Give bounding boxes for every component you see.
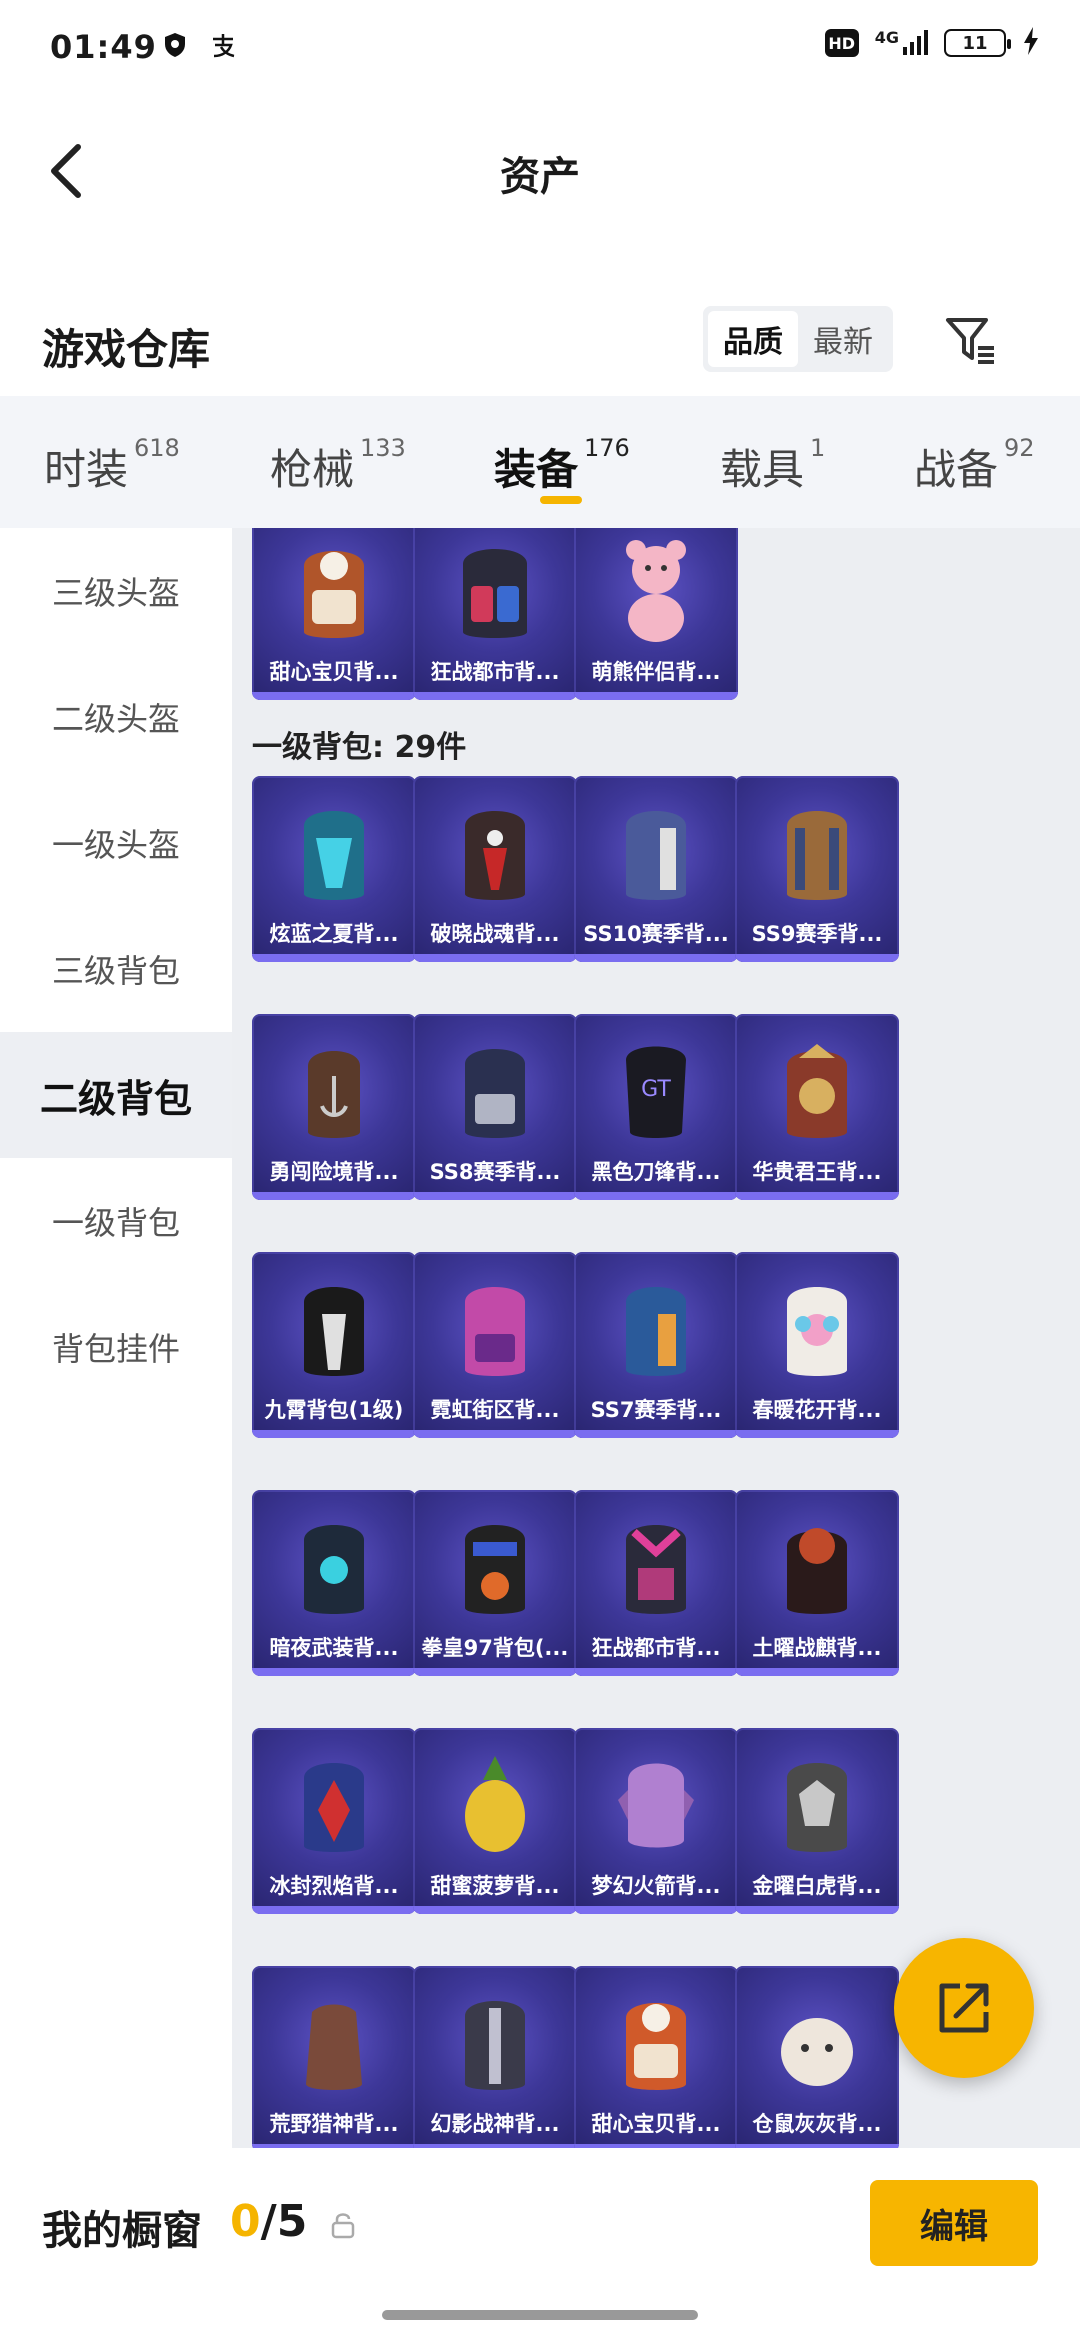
item-card[interactable]: SS9赛季背... (735, 776, 899, 962)
backpack-icon (306, 2004, 362, 2090)
page-title: 资产 (500, 154, 580, 200)
item-card[interactable]: GT 黑色刀锋背... (574, 1014, 738, 1200)
tab-supplies[interactable]: 战备 92 (914, 434, 1035, 497)
item-card[interactable]: 破晓战魂背... (413, 776, 577, 962)
sidebar-item-level2-backpack[interactable]: 二级背包 (0, 1032, 232, 1158)
item-card[interactable]: 冰封烈焰背... (252, 1728, 416, 1914)
sidebar-item-backpack-charm[interactable]: 背包挂件 (0, 1284, 232, 1410)
item-card[interactable]: SS10赛季背... (574, 776, 738, 962)
item-card[interactable]: 春暖花开背... (735, 1252, 899, 1438)
svg-text:GT: GT (641, 1077, 671, 1102)
tab-fashion[interactable]: 时装 618 (44, 434, 180, 497)
lock-icon (331, 2213, 355, 2239)
backpack-icon (626, 811, 686, 900)
sort-toggle: 品质 最新 (703, 306, 893, 372)
item-card[interactable]: SS8赛季背... (413, 1014, 577, 1200)
charging-icon (1022, 26, 1040, 60)
share-icon (939, 1983, 989, 2033)
sidebar-item-level2-helmet[interactable]: 二级头盔 (0, 654, 232, 780)
backpack-icon: GT (626, 1046, 686, 1138)
item-card[interactable]: 土曜战麒背... (735, 1490, 899, 1676)
backpack-icon (787, 811, 847, 900)
tab-vehicles[interactable]: 载具 1 (720, 434, 825, 497)
backpack-icon (465, 1049, 525, 1138)
item-card[interactable]: 霓虹街区背... (413, 1252, 577, 1438)
tab-weapons[interactable]: 枪械 133 (270, 434, 406, 497)
filter-icon (946, 318, 994, 364)
showcase-count: 0/5 (230, 2196, 308, 2247)
item-card[interactable]: 华贵君王背... (735, 1014, 899, 1200)
backpack-icon (304, 551, 364, 638)
item-card[interactable]: 炫蓝之夏背... (252, 776, 416, 962)
backpack-icon (787, 1287, 847, 1376)
sidebar-item-level1-backpack[interactable]: 一级背包 (0, 1158, 232, 1284)
warehouse-title: 游戏仓库 (42, 325, 211, 374)
backpack-icon (626, 1525, 686, 1614)
item-card[interactable]: 九霄背包(1级) (252, 1252, 416, 1438)
backpack-icon (465, 1756, 525, 1852)
section-label: 一级背包: 29件 (252, 730, 467, 765)
backpack-icon (465, 1525, 525, 1614)
item-card[interactable]: 勇闯险境背... (252, 1014, 416, 1200)
sort-newest-option[interactable]: 最新 (798, 311, 888, 367)
backpack-icon (463, 549, 527, 638)
backpack-icon (465, 2001, 525, 2090)
app-header: 资产 (0, 96, 1080, 246)
share-button[interactable] (894, 1938, 1034, 2078)
sort-quality-option[interactable]: 品质 (708, 311, 798, 367)
active-tab-indicator (540, 496, 582, 504)
item-card[interactable]: 荒野猎神背... (252, 1966, 416, 2148)
status-time: 01:49 (50, 28, 157, 66)
item-card[interactable]: SS7赛季背... (574, 1252, 738, 1438)
tab-equipment[interactable]: 装备 176 (494, 434, 630, 497)
backpack-icon (618, 1763, 694, 1848)
item-grid: 甜心宝贝背... 狂战都市背... 萌熊伴侣背... 一级背包: 29件 炫蓝之… (232, 528, 1080, 2148)
backpack-icon (626, 540, 686, 642)
backpack-icon (626, 2003, 686, 2090)
sidebar-item-level3-backpack[interactable]: 三级背包 (0, 906, 232, 1032)
item-card[interactable]: 梦幻火箭背... (574, 1728, 738, 1914)
item-card[interactable]: 狂战都市背... (574, 1490, 738, 1676)
backpack-icon (787, 1763, 847, 1852)
showcase-label: 我的橱窗 (42, 2208, 202, 2254)
backpack-icon (787, 1528, 847, 1614)
sidebar-item-level3-helmet[interactable]: 三级头盔 (0, 528, 232, 654)
item-card[interactable]: 甜心宝贝背... (574, 1966, 738, 2148)
status-bar: 01:49 HD 4G 11 (0, 0, 1080, 96)
item-card[interactable]: 甜心宝贝背... (252, 528, 416, 700)
backpack-icon (304, 1287, 364, 1376)
signal-icon: 4G (875, 28, 928, 57)
item-card[interactable]: 狂战都市背... (413, 528, 577, 700)
backpack-icon (308, 1051, 360, 1138)
item-card[interactable]: 金曜白虎背... (735, 1728, 899, 1914)
backpack-icon (465, 811, 525, 900)
item-card[interactable]: 幻影战神背... (413, 1966, 577, 2148)
category-tabs: 时装 618 枪械 133 装备 176 载具 1 战备 92 (0, 396, 1080, 528)
item-card[interactable]: 甜蜜菠萝背... (413, 1728, 577, 1914)
edit-button[interactable]: 编辑 (870, 2180, 1038, 2266)
backpack-icon (626, 1287, 686, 1376)
alipay-icon (208, 30, 238, 60)
sidebar-item-level1-helmet[interactable]: 一级头盔 (0, 780, 232, 906)
item-card[interactable]: 拳皇97背包(... (413, 1490, 577, 1676)
item-card[interactable]: 暗夜武装背... (252, 1490, 416, 1676)
backpack-icon (787, 1044, 847, 1138)
filter-button[interactable] (938, 308, 1004, 374)
battery-icon: 11 (944, 29, 1011, 57)
hd-icon: HD (824, 29, 859, 57)
home-indicator[interactable] (382, 2310, 698, 2320)
subcategory-sidebar: 三级头盔 二级头盔 一级头盔 三级背包 二级背包 一级背包 背包挂件 (0, 528, 232, 2148)
backpack-icon (781, 2018, 853, 2086)
backpack-icon (304, 1763, 364, 1852)
shield-icon (160, 30, 190, 60)
backpack-icon (304, 811, 364, 900)
backpack-icon (465, 1287, 525, 1376)
item-card[interactable]: 仓鼠灰灰背... (735, 1966, 899, 2148)
warehouse-header: 游戏仓库 品质 最新 (0, 246, 1080, 396)
backpack-icon (304, 1525, 364, 1614)
item-card[interactable]: 萌熊伴侣背... (574, 528, 738, 700)
